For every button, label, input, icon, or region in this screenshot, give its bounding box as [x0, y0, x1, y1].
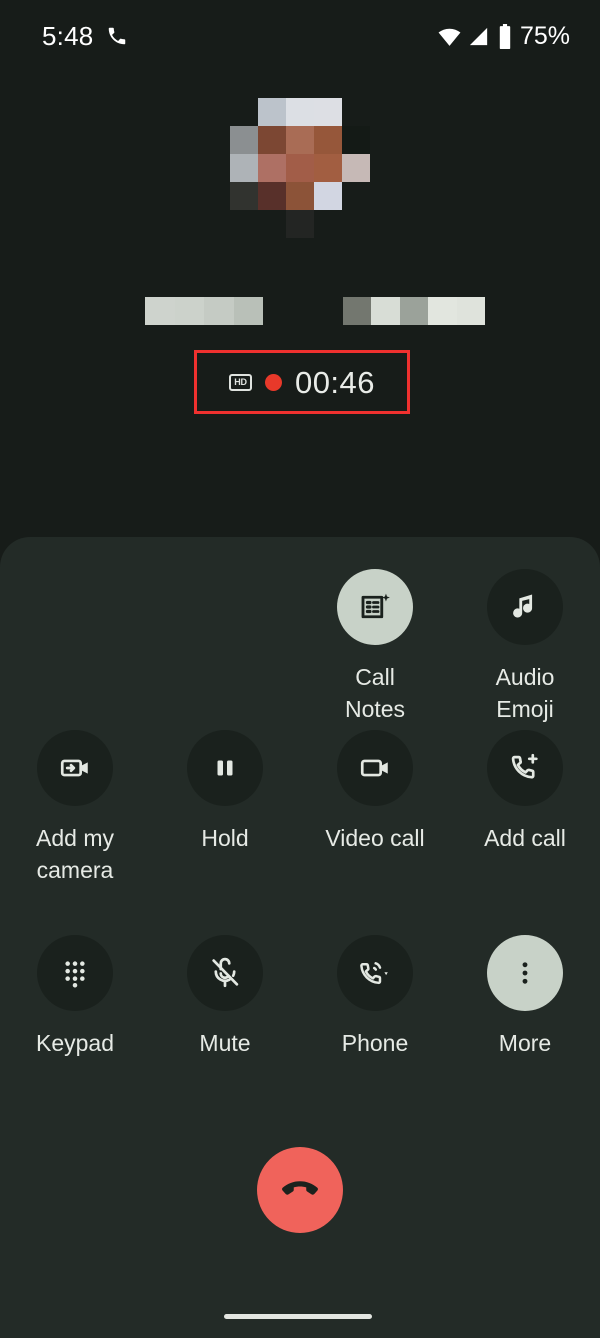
avatar-pixel	[258, 154, 286, 182]
hold-pause-icon	[210, 753, 240, 783]
end-call-icon	[278, 1168, 322, 1212]
control-label: Phone	[341, 1030, 409, 1056]
avatar-pixel	[314, 126, 342, 154]
status-time: 5:48	[42, 21, 94, 51]
avatar-pixel	[230, 154, 258, 182]
more-button[interactable]	[487, 935, 563, 1011]
control-add-call[interactable]: Add call	[450, 730, 600, 886]
avatar-pixel	[286, 210, 314, 238]
add-call-icon	[508, 751, 542, 785]
status-bar-left: 5:48	[42, 23, 128, 49]
mute-microphone-icon	[208, 956, 242, 990]
mute-button[interactable]	[187, 935, 263, 1011]
avatar	[230, 98, 370, 238]
avatar-pixel	[258, 126, 286, 154]
control-mute[interactable]: Mute	[150, 935, 300, 1060]
call-notes-icon	[357, 589, 393, 625]
avatar-pixel	[342, 126, 370, 154]
home-gesture-bar[interactable]	[224, 1314, 372, 1319]
phone-audio-route-button[interactable]	[337, 935, 413, 1011]
avatar-pixel	[286, 98, 314, 126]
add-my-camera-icon	[58, 751, 92, 785]
battery-percentage: 75%	[519, 21, 570, 50]
avatar-pixel	[258, 98, 286, 126]
redaction-segment	[456, 297, 486, 325]
avatar-pixel	[314, 98, 342, 126]
control-label: Mute	[199, 1030, 251, 1056]
redaction-segment	[145, 297, 175, 325]
avatar-pixel	[286, 154, 314, 182]
contact-name-redaction-right	[343, 297, 486, 325]
hd-badge: HD	[228, 373, 252, 391]
control-label: Audio Emoji	[495, 664, 555, 722]
control-more[interactable]: More	[450, 935, 600, 1060]
contact-name-redaction-left	[145, 297, 263, 325]
control-label: Keypad	[35, 1030, 114, 1056]
phone-in-call-icon	[106, 25, 128, 47]
status-bar-right: 75%	[437, 21, 570, 50]
hold-button[interactable]	[187, 730, 263, 806]
keypad-button[interactable]	[37, 935, 113, 1011]
end-call-button[interactable]	[257, 1147, 343, 1233]
wifi-icon	[437, 24, 462, 49]
audio-emoji-button[interactable]	[487, 569, 563, 645]
status-bar: 5:48 75%	[0, 0, 600, 72]
avatar-pixel	[342, 154, 370, 182]
redaction-segment	[343, 297, 372, 325]
control-label: More	[498, 1030, 552, 1056]
redaction-segment	[233, 297, 263, 325]
redaction-segment	[428, 297, 457, 325]
call-notes-button[interactable]	[337, 569, 413, 645]
control-audio-emoji[interactable]: Audio Emoji	[450, 569, 600, 725]
controls-row-2: Add my camera Hold Video call Add call	[0, 730, 600, 886]
video-call-icon	[358, 751, 392, 785]
avatar-pixel	[286, 182, 314, 210]
redaction-segment	[399, 297, 429, 325]
avatar-pixel	[258, 182, 286, 210]
phone-audio-route-icon	[358, 956, 392, 990]
redaction-segment	[204, 297, 234, 325]
avatar-pixel	[230, 182, 258, 210]
video-call-button[interactable]	[337, 730, 413, 806]
avatar-pixel	[314, 182, 342, 210]
more-vertical-icon	[510, 958, 540, 988]
add-call-button[interactable]	[487, 730, 563, 806]
control-add-my-camera[interactable]: Add my camera	[0, 730, 150, 886]
phone-in-call-screen: 5:48 75% HD 00:46 Call Notes Audio Emoji…	[0, 0, 600, 1338]
controls-row-3: Keypad Mute Phone More	[0, 935, 600, 1060]
control-keypad[interactable]: Keypad	[0, 935, 150, 1060]
controls-row-1: Call Notes Audio Emoji	[0, 569, 600, 725]
caller-info-area: HD 00:46	[0, 72, 600, 537]
avatar-pixel	[286, 126, 314, 154]
keypad-icon	[59, 957, 91, 989]
control-call-notes[interactable]: Call Notes	[300, 569, 450, 725]
call-status-row: HD 00:46	[194, 350, 410, 414]
control-video-call[interactable]: Video call	[300, 730, 450, 886]
redaction-segment	[371, 297, 400, 325]
control-label: Add call	[484, 825, 566, 851]
battery-icon	[497, 23, 513, 49]
control-label: Video call	[325, 825, 425, 851]
avatar-pixel	[314, 154, 342, 182]
control-label: Hold	[201, 825, 249, 851]
control-hold[interactable]: Hold	[150, 730, 300, 886]
in-call-controls-sheet: Call Notes Audio Emoji Add my camera Hol…	[0, 537, 600, 1338]
audio-emoji-icon	[508, 590, 542, 624]
end-call-area	[0, 1147, 600, 1233]
call-duration: 00:46	[294, 364, 376, 400]
add-my-camera-button[interactable]	[37, 730, 113, 806]
cellular-signal-icon	[468, 25, 491, 48]
recording-indicator-icon	[264, 373, 282, 391]
control-label: Call Notes	[344, 664, 406, 722]
control-phone-audio-route[interactable]: Phone	[300, 935, 450, 1060]
avatar-pixel	[230, 126, 258, 154]
redaction-segment	[174, 297, 204, 325]
control-label: Add my camera	[36, 825, 114, 883]
